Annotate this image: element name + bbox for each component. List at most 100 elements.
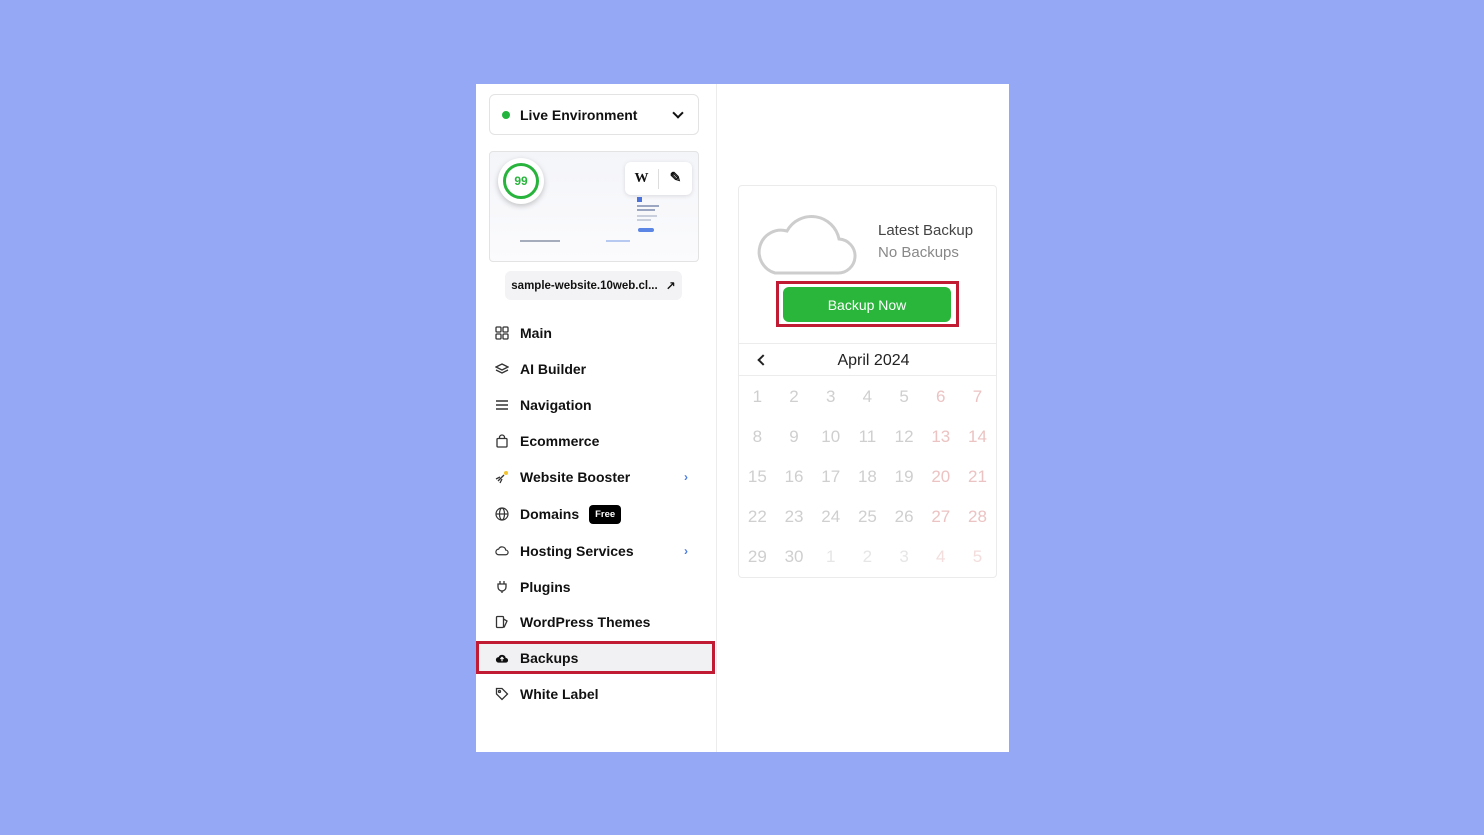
rocket-icon bbox=[495, 470, 509, 484]
nav-item-navigation[interactable]: Navigation bbox=[476, 390, 715, 420]
nav-item-website-booster[interactable]: Website Booster › bbox=[476, 462, 715, 492]
calendar-day[interactable]: 2 bbox=[776, 387, 813, 407]
calendar-day[interactable]: 8 bbox=[739, 427, 776, 447]
preview-mini-button bbox=[638, 228, 654, 232]
calendar-day[interactable]: 11 bbox=[849, 427, 886, 447]
menu-icon bbox=[495, 398, 509, 412]
calendar-week: 8 9 10 11 12 13 14 bbox=[739, 417, 996, 457]
backup-status: No Backups bbox=[878, 244, 959, 261]
calendar-day[interactable]: 15 bbox=[739, 467, 776, 487]
bag-icon bbox=[495, 434, 509, 448]
calendar-week: 1234567 bbox=[739, 377, 996, 417]
calendar-day[interactable]: 2 bbox=[849, 547, 886, 567]
nav-label: Ecommerce bbox=[520, 433, 600, 449]
nav-item-wordpress-themes[interactable]: WordPress Themes bbox=[476, 607, 715, 637]
nav-item-plugins[interactable]: Plugins bbox=[476, 572, 715, 602]
nav-label: White Label bbox=[520, 686, 599, 702]
nav-label: Domains bbox=[520, 506, 580, 522]
calendar-week: 15 16 17 18 19 20 21 bbox=[739, 457, 996, 497]
sidebar: Live Environment 99 W ✎ sample-website.1… bbox=[476, 84, 717, 752]
nav-label: Hosting Services bbox=[520, 543, 634, 559]
calendar-day[interactable]: 5 bbox=[959, 547, 996, 567]
cloud-icon bbox=[757, 214, 857, 275]
score-value: 99 bbox=[514, 174, 528, 188]
calendar-day[interactable]: 3 bbox=[812, 387, 849, 407]
chevron-right-icon: › bbox=[684, 544, 688, 558]
calendar-day[interactable]: 19 bbox=[886, 467, 923, 487]
calendar-day[interactable]: 27 bbox=[922, 507, 959, 527]
calendar-day[interactable]: 12 bbox=[886, 427, 923, 447]
external-link-icon: ↗ bbox=[665, 278, 676, 293]
calendar-day[interactable]: 4 bbox=[849, 387, 886, 407]
globe-icon bbox=[495, 507, 509, 521]
calendar-day[interactable]: 22 bbox=[739, 507, 776, 527]
nav-item-ai-builder[interactable]: AI Builder bbox=[476, 354, 715, 384]
calendar-day[interactable]: 23 bbox=[776, 507, 813, 527]
site-url-text: sample-website.10web.cl... bbox=[511, 279, 658, 292]
edit-icon[interactable]: ✎ bbox=[659, 170, 692, 187]
performance-score-badge: 99 bbox=[498, 158, 544, 204]
layers-icon bbox=[495, 362, 509, 376]
calendar-day[interactable]: 21 bbox=[959, 467, 996, 487]
calendar-day[interactable]: 1 bbox=[739, 387, 776, 407]
score-ring: 99 bbox=[503, 163, 539, 199]
theme-icon bbox=[495, 615, 509, 629]
nav-label: Main bbox=[520, 325, 552, 341]
calendar-day[interactable]: 3 bbox=[886, 547, 923, 567]
calendar-day[interactable]: 28 bbox=[959, 507, 996, 527]
environment-label: Live Environment bbox=[520, 106, 638, 123]
calendar-day[interactable]: 16 bbox=[776, 467, 813, 487]
site-preview[interactable]: 99 W ✎ bbox=[489, 151, 699, 262]
calendar-grid: 1 2 3 4 5 6 7 8 9 10 11 12 13 14 15 16 17 18 19 20 21 22 23 24 2… bbox=[739, 377, 996, 577]
tag-icon bbox=[495, 687, 509, 701]
nav-item-backups[interactable]: Backups bbox=[476, 643, 715, 673]
nav-item-white-label[interactable]: White Label bbox=[476, 679, 715, 709]
grid-icon bbox=[495, 326, 509, 340]
calendar-header: April 2024 bbox=[739, 343, 996, 376]
chevron-right-icon: › bbox=[684, 470, 688, 484]
calendar-day[interactable]: 24 bbox=[812, 507, 849, 527]
preview-content-block bbox=[637, 197, 661, 223]
nav-item-hosting-services[interactable]: Hosting Services › bbox=[476, 536, 715, 566]
free-badge: Free bbox=[589, 504, 622, 524]
main-panel: Latest Backup No Backups Backup Now Apri… bbox=[717, 84, 1009, 752]
nav-item-ecommerce[interactable]: Ecommerce bbox=[476, 426, 715, 456]
calendar-day[interactable]: 25 bbox=[849, 507, 886, 527]
calendar-day[interactable]: 5 bbox=[886, 387, 923, 407]
calendar-day[interactable]: 30 bbox=[776, 547, 813, 567]
nav-item-main[interactable]: Main bbox=[476, 318, 715, 348]
calendar-week: 22 23 24 25 26 27 28 bbox=[739, 497, 996, 537]
calendar-day[interactable]: 7 bbox=[959, 387, 996, 407]
calendar-day[interactable]: 20 bbox=[922, 467, 959, 487]
cloud-icon bbox=[495, 544, 509, 558]
calendar-day[interactable]: 14 bbox=[959, 427, 996, 447]
preview-footer-link bbox=[606, 240, 630, 242]
status-dot bbox=[502, 110, 510, 119]
nav-label: Website Booster bbox=[520, 469, 631, 485]
nav-label: Plugins bbox=[520, 579, 571, 595]
site-url-link[interactable]: sample-website.10web.cl... ↗ bbox=[505, 271, 682, 300]
latest-backup-title: Latest Backup bbox=[878, 222, 974, 239]
calendar-day[interactable]: 17 bbox=[812, 467, 849, 487]
preview-footer-line bbox=[520, 240, 560, 242]
calendar-day[interactable]: 9 bbox=[776, 427, 813, 447]
app-frame: Live Environment 99 W ✎ sample-website.1… bbox=[476, 84, 1009, 752]
nav-label: AI Builder bbox=[520, 361, 587, 377]
nav-label: Navigation bbox=[520, 397, 592, 413]
calendar-day[interactable]: 13 bbox=[922, 427, 959, 447]
calendar-day[interactable]: 29 bbox=[739, 547, 776, 567]
cloud-upload-icon bbox=[495, 651, 509, 665]
calendar-month: April 2024 bbox=[837, 352, 910, 369]
calendar-day[interactable]: 6 bbox=[922, 387, 959, 407]
backup-card: Latest Backup No Backups Backup Now Apri… bbox=[738, 185, 997, 578]
calendar-day[interactable]: 18 bbox=[849, 467, 886, 487]
nav-item-domains[interactable]: Domains Free bbox=[476, 499, 715, 529]
calendar-day[interactable]: 26 bbox=[886, 507, 923, 527]
calendar-day[interactable]: 10 bbox=[812, 427, 849, 447]
environment-select[interactable]: Live Environment bbox=[489, 94, 699, 135]
backup-now-button[interactable]: Backup Now bbox=[783, 287, 951, 322]
calendar-day[interactable]: 1 bbox=[812, 547, 849, 567]
wordpress-icon[interactable]: W bbox=[625, 171, 658, 187]
calendar-day[interactable]: 4 bbox=[922, 547, 959, 567]
preview-tools: W ✎ bbox=[625, 162, 692, 195]
